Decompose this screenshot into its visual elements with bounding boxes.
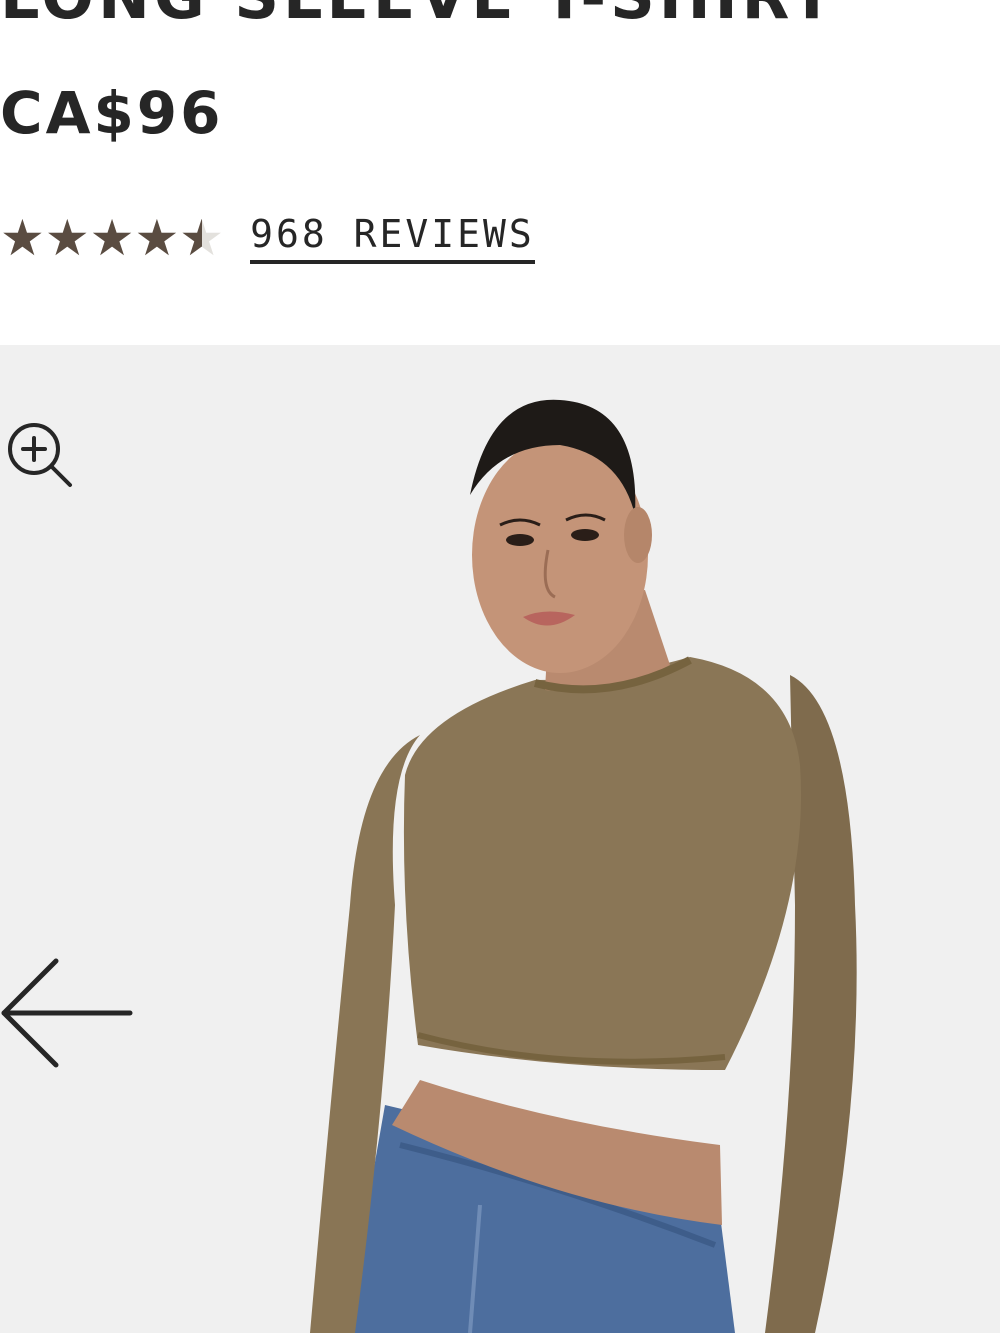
rating-row: ★★★★★ ★★★★★ 968 REVIEWS xyxy=(0,208,535,268)
zoom-in-icon xyxy=(8,423,72,487)
previous-image-button[interactable] xyxy=(0,957,136,1069)
product-title: LONG SLEEVE T-SHIRT xyxy=(0,0,837,28)
product-price: CA$96 xyxy=(0,79,224,147)
zoom-button[interactable] xyxy=(2,417,76,491)
product-photo xyxy=(0,345,1000,1333)
reviews-link[interactable]: 968 REVIEWS xyxy=(250,212,535,264)
shirt xyxy=(403,657,802,1070)
product-image-gallery[interactable] xyxy=(0,345,1000,1333)
star-rating: ★★★★★ ★★★★★ xyxy=(0,213,224,263)
arrow-left-icon xyxy=(1,958,133,1068)
star-rating-filled: ★★★★★ xyxy=(0,213,202,263)
product-header: LONG SLEEVE T-SHIRT CA$96 ★★★★★ ★★★★★ 96… xyxy=(0,0,1000,345)
